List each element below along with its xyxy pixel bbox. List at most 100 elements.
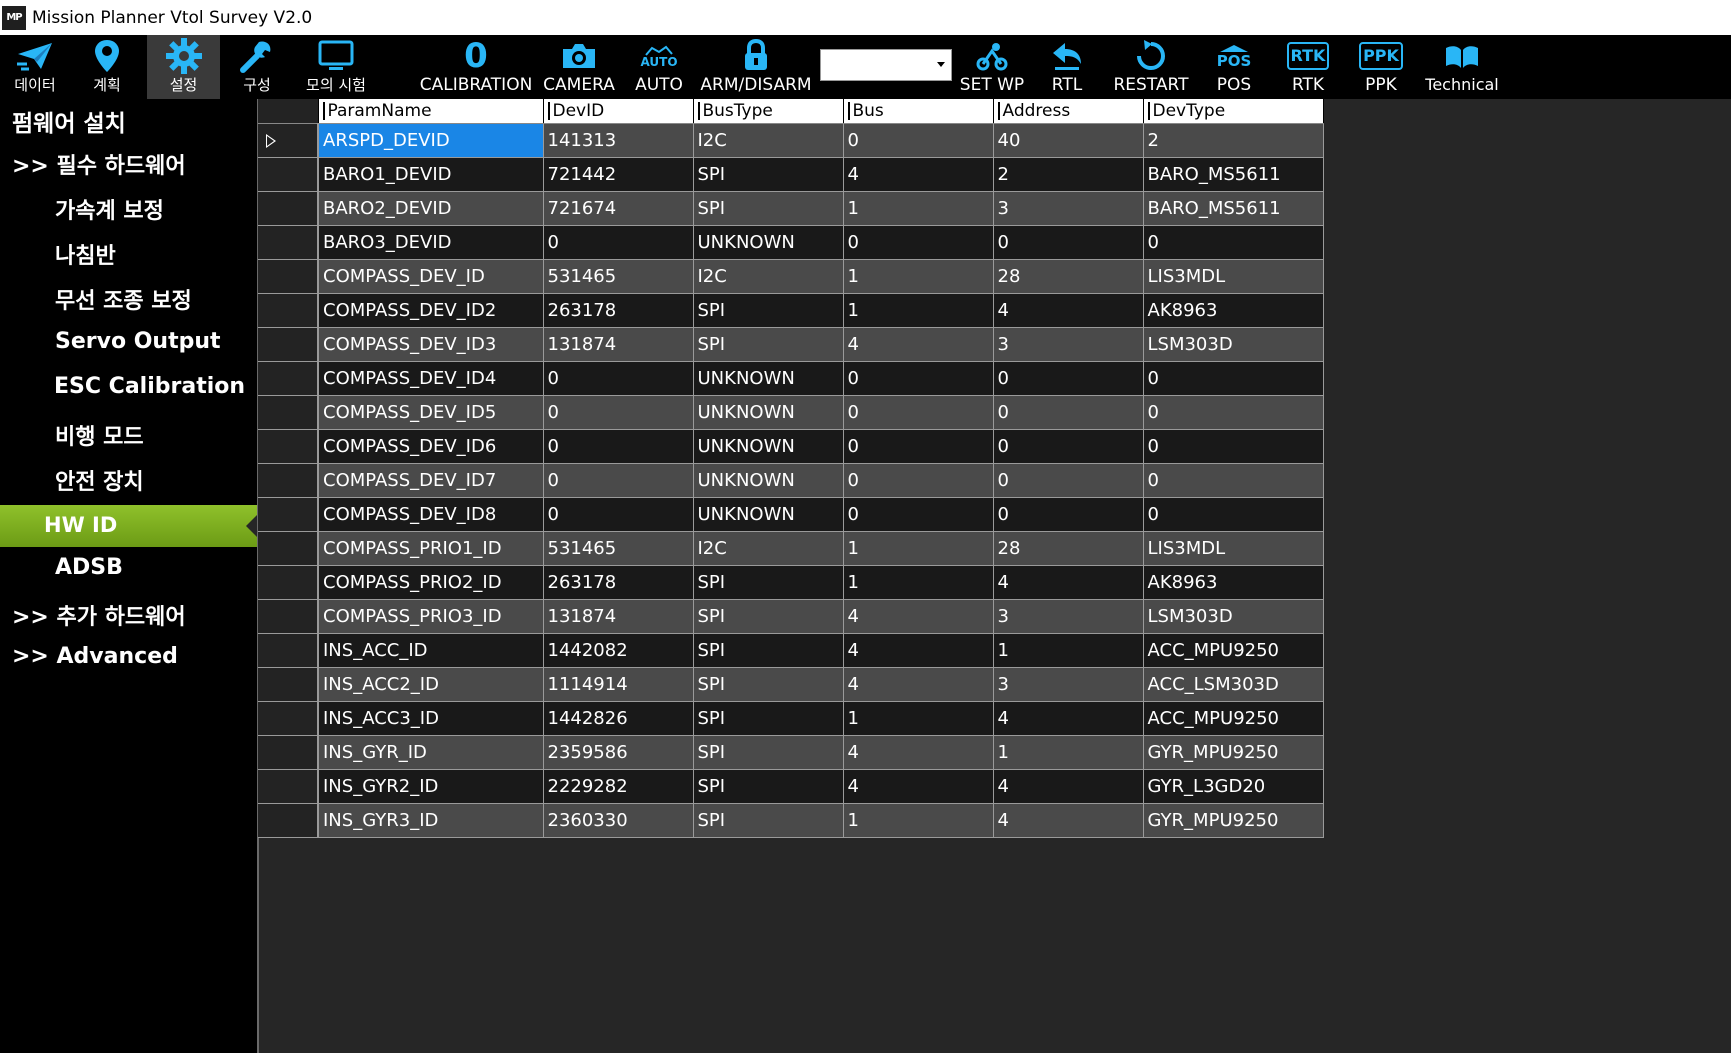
table-cell[interactable]: 1 bbox=[843, 293, 994, 328]
table-cell[interactable]: 131874 bbox=[543, 599, 694, 634]
table-cell[interactable]: 40 bbox=[993, 123, 1144, 158]
table-cell[interactable]: 0 bbox=[543, 497, 694, 532]
table-row[interactable]: BARO1_DEVID 721442 SPI 4 2 BARO_MS5611 bbox=[258, 157, 1324, 192]
table-row[interactable]: COMPASS_PRIO2_ID 263178 SPI 1 4 AK8963 bbox=[258, 565, 1324, 600]
row-header[interactable] bbox=[258, 157, 319, 192]
table-cell[interactable]: GYR_L3GD20 bbox=[1143, 769, 1324, 804]
toolbar-camera-button[interactable]: CAMERA bbox=[542, 35, 616, 99]
table-cell[interactable]: 263178 bbox=[543, 565, 694, 600]
table-cell[interactable]: AK8963 bbox=[1143, 565, 1324, 600]
table-cell[interactable]: 2 bbox=[1143, 123, 1324, 158]
table-cell[interactable]: 0 bbox=[1143, 395, 1324, 430]
table-cell[interactable]: 0 bbox=[1143, 225, 1324, 260]
table-cell[interactable]: UNKNOWN bbox=[693, 225, 844, 260]
table-cell[interactable]: 4 bbox=[843, 769, 994, 804]
table-cell[interactable]: 0 bbox=[993, 429, 1144, 464]
table-cell[interactable]: 0 bbox=[543, 225, 694, 260]
row-header[interactable] bbox=[258, 123, 319, 158]
table-cell[interactable]: I2C bbox=[693, 123, 844, 158]
sidebar-item-hw-id[interactable]: HW ID bbox=[0, 505, 257, 547]
table-cell[interactable]: 721674 bbox=[543, 191, 694, 226]
table-cell[interactable]: INS_ACC2_ID bbox=[318, 667, 544, 702]
table-row[interactable]: INS_GYR_ID 2359586 SPI 4 1 GYR_MPU9250 bbox=[258, 735, 1324, 770]
table-cell[interactable]: 2360330 bbox=[543, 803, 694, 838]
table-cell[interactable]: 3 bbox=[993, 191, 1144, 226]
table-cell[interactable]: 0 bbox=[993, 395, 1144, 430]
table-cell[interactable]: 531465 bbox=[543, 259, 694, 294]
table-cell[interactable]: SPI bbox=[693, 293, 844, 328]
table-cell[interactable]: SPI bbox=[693, 769, 844, 804]
table-cell[interactable]: COMPASS_DEV_ID2 bbox=[318, 293, 544, 328]
toolbar-arm-disarm-button[interactable]: ARM/DISARM bbox=[700, 35, 812, 99]
table-cell[interactable]: 0 bbox=[993, 497, 1144, 532]
table-cell[interactable]: COMPASS_PRIO2_ID bbox=[318, 565, 544, 600]
toolbar-auto-button[interactable]: AUTO AUTO bbox=[627, 35, 691, 99]
table-cell[interactable]: 1442082 bbox=[543, 633, 694, 668]
table-cell[interactable]: 2 bbox=[993, 157, 1144, 192]
table-cell[interactable]: 3 bbox=[993, 667, 1144, 702]
table-cell[interactable]: 1 bbox=[843, 803, 994, 838]
table-cell[interactable]: 3 bbox=[993, 327, 1144, 362]
table-cell[interactable]: 0 bbox=[543, 395, 694, 430]
table-cell[interactable]: BARO_MS5611 bbox=[1143, 191, 1324, 226]
toolbar-rtl-button[interactable]: RTL bbox=[1036, 35, 1098, 99]
table-cell[interactable]: COMPASS_PRIO1_ID bbox=[318, 531, 544, 566]
table-cell[interactable]: 1 bbox=[843, 259, 994, 294]
toolbar-technical-button[interactable]: Technical bbox=[1420, 35, 1504, 99]
table-cell[interactable]: 531465 bbox=[543, 531, 694, 566]
toolbar-setup-button[interactable]: 설정 bbox=[147, 35, 220, 99]
table-cell[interactable]: 1 bbox=[843, 565, 994, 600]
table-row[interactable]: COMPASS_DEV_ID5 0 UNKNOWN 0 0 0 bbox=[258, 395, 1324, 430]
table-cell[interactable]: 1114914 bbox=[543, 667, 694, 702]
table-cell[interactable]: UNKNOWN bbox=[693, 497, 844, 532]
sidebar-firmware-install[interactable]: 펌웨어 설치 bbox=[12, 104, 269, 138]
table-cell[interactable]: COMPASS_DEV_ID7 bbox=[318, 463, 544, 498]
table-cell[interactable]: INS_ACC_ID bbox=[318, 633, 544, 668]
table-cell[interactable]: 131874 bbox=[543, 327, 694, 362]
table-cell[interactable]: COMPASS_DEV_ID6 bbox=[318, 429, 544, 464]
table-cell[interactable]: 1 bbox=[843, 701, 994, 736]
table-cell[interactable]: UNKNOWN bbox=[693, 395, 844, 430]
table-cell[interactable]: SPI bbox=[693, 803, 844, 838]
table-cell[interactable]: 0 bbox=[543, 429, 694, 464]
table-cell[interactable]: UNKNOWN bbox=[693, 361, 844, 396]
row-header[interactable] bbox=[258, 735, 319, 770]
sidebar-advanced[interactable]: >> Advanced bbox=[12, 644, 269, 669]
table-cell[interactable]: SPI bbox=[693, 191, 844, 226]
table-cell[interactable]: BARO_MS5611 bbox=[1143, 157, 1324, 192]
table-cell[interactable]: BARO3_DEVID bbox=[318, 225, 544, 260]
table-cell[interactable]: 2359586 bbox=[543, 735, 694, 770]
table-cell[interactable]: 28 bbox=[993, 259, 1144, 294]
table-cell[interactable]: BARO2_DEVID bbox=[318, 191, 544, 226]
toolbar-ppk-button[interactable]: PPK PPK bbox=[1350, 35, 1412, 99]
toolbar-pos-button[interactable]: POS POS bbox=[1205, 35, 1263, 99]
table-cell[interactable]: 4 bbox=[843, 327, 994, 362]
table-cell[interactable]: 0 bbox=[843, 497, 994, 532]
table-cell[interactable]: ACC_MPU9250 bbox=[1143, 701, 1324, 736]
table-cell[interactable]: 141313 bbox=[543, 123, 694, 158]
table-cell[interactable]: INS_ACC3_ID bbox=[318, 701, 544, 736]
column-header[interactable]: DevType bbox=[1143, 99, 1324, 124]
toolbar-rtk-button[interactable]: RTK RTK bbox=[1277, 35, 1339, 99]
row-header[interactable] bbox=[258, 293, 319, 328]
row-header[interactable] bbox=[258, 395, 319, 430]
row-header[interactable] bbox=[258, 361, 319, 396]
table-cell[interactable]: 1 bbox=[993, 735, 1144, 770]
toolbar-config-button[interactable]: 구성 bbox=[222, 35, 292, 99]
table-cell[interactable]: 0 bbox=[843, 463, 994, 498]
table-cell[interactable]: GYR_MPU9250 bbox=[1143, 803, 1324, 838]
table-cell[interactable]: 721442 bbox=[543, 157, 694, 192]
table-cell[interactable]: 4 bbox=[993, 293, 1144, 328]
table-cell[interactable]: 4 bbox=[843, 633, 994, 668]
table-cell[interactable]: AK8963 bbox=[1143, 293, 1324, 328]
table-row[interactable]: COMPASS_DEV_ID8 0 UNKNOWN 0 0 0 bbox=[258, 497, 1324, 532]
table-cell[interactable]: UNKNOWN bbox=[693, 463, 844, 498]
table-cell[interactable]: 1 bbox=[993, 633, 1144, 668]
table-cell[interactable]: 0 bbox=[993, 361, 1144, 396]
toolbar-calibration-button[interactable]: 0 CALIBRATION bbox=[420, 35, 533, 99]
table-cell[interactable]: 2229282 bbox=[543, 769, 694, 804]
toolbar-simulation-button[interactable]: 모의 시험 bbox=[296, 35, 376, 99]
table-cell[interactable]: 4 bbox=[993, 769, 1144, 804]
table-cell[interactable]: 1442826 bbox=[543, 701, 694, 736]
row-header[interactable] bbox=[258, 803, 319, 838]
